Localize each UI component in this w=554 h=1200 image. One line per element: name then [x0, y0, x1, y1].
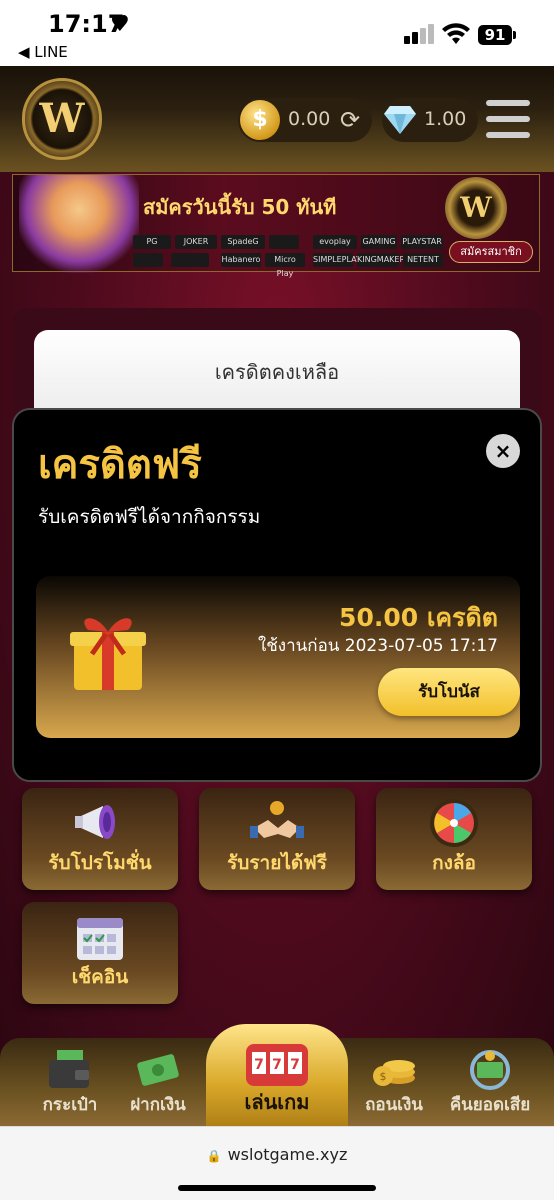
provider-logo: SIMPLEPLAY [313, 253, 361, 267]
bonus-card: 50.00 เครดิต ใช้งานก่อน 2023-07-05 17:17… [36, 576, 520, 738]
provider-logo: SpadeG [221, 235, 265, 249]
provider-logo: NETENT [403, 253, 443, 267]
diamond-icon [384, 106, 416, 134]
calendar-icon [77, 918, 123, 960]
claim-bonus-button[interactable]: รับโบนัส [378, 668, 520, 716]
bonus-expiry: ใช้งานก่อน 2023-07-05 17:17 [257, 636, 498, 656]
nav-deposit[interactable]: ฝากเงิน [108, 1038, 208, 1126]
credit-balance-label: เครดิตคงเหลือ [214, 360, 340, 384]
bottom-nav: กระเป๋า ฝากเงิน 7 7 7 เล่นเกม $ ถอนเงิน … [0, 1024, 554, 1126]
provider-logo: evoplay [313, 235, 357, 249]
lock-icon: 🔒 [206, 1149, 222, 1163]
provider-logo: GAMING [361, 235, 397, 249]
modal-title: เครดิตฟรี [38, 442, 202, 488]
banner-signup-button[interactable]: สมัครสมาชิก [449, 241, 533, 263]
url-bar[interactable]: 🔒 wslotgame.xyz [0, 1145, 554, 1164]
coin-icon: $ [240, 100, 280, 140]
refund-icon [470, 1050, 510, 1090]
banner-title: สมัครวันนี้รับ 50 ทันที [143, 195, 337, 219]
promo-banner[interactable]: สมัครวันนี้รับ 50 ทันที W สมัครสมาชิก PG… [12, 174, 540, 278]
nav-withdraw[interactable]: $ ถอนเงิน [344, 1038, 444, 1126]
battery-tip [513, 31, 516, 39]
nav-label: เล่นเกม [244, 1090, 310, 1114]
coin-balance-pill: $ 0.00 ⟳ [238, 98, 372, 142]
brand-logo[interactable]: W [22, 78, 102, 160]
provider-logo [269, 235, 299, 249]
coin-balance: 0.00 [288, 108, 331, 130]
svg-text:7: 7 [254, 1057, 264, 1073]
nav-label: ฝากเงิน [130, 1095, 186, 1115]
mascot-image [19, 175, 139, 273]
svg-text:$: $ [380, 1070, 387, 1083]
wallet-icon [49, 1050, 89, 1088]
tile-wheel[interactable]: กงล้อ [376, 788, 532, 890]
signal-icon [404, 24, 436, 44]
nav-wallet[interactable]: กระเป๋า [20, 1038, 120, 1126]
hamburger-menu-icon[interactable] [486, 100, 530, 140]
svg-text:7: 7 [272, 1057, 282, 1073]
home-indicator [178, 1185, 376, 1191]
wheel-icon [430, 799, 478, 847]
logo-letter: W [39, 95, 85, 142]
battery-icon: 91 [478, 25, 512, 45]
tile-label: เช็คอิน [71, 966, 129, 988]
provider-logo: KINGMAKER [357, 253, 405, 267]
tile-free-income[interactable]: รับรายได้ฟรี [199, 788, 355, 890]
close-icon[interactable]: × [486, 434, 520, 468]
provider-logo: PG [133, 235, 171, 249]
tile-label: กงล้อ [432, 852, 476, 874]
gem-balance-pill: 1.00 [382, 98, 478, 142]
tile-label: รับรายได้ฟรี [227, 852, 327, 874]
back-to-line-link[interactable]: ◀ LINE [18, 43, 68, 61]
gift-icon [70, 618, 146, 690]
refresh-icon[interactable]: ⟳ [340, 106, 360, 134]
nav-label: กระเป๋า [42, 1095, 98, 1115]
provider-logo [133, 253, 163, 267]
nav-label: ถอนเงิน [365, 1095, 423, 1115]
nav-cashback[interactable]: คืนยอดเสีย [440, 1038, 540, 1126]
tile-checkin[interactable]: เช็คอิน [22, 902, 178, 1004]
provider-logo [171, 253, 209, 267]
nav-label: คืนยอดเสีย [449, 1095, 531, 1115]
gem-balance: 1.00 [424, 108, 467, 130]
cash-icon [137, 1054, 179, 1086]
provider-logo: PLAYSTAR [401, 235, 443, 249]
banner-logo: W [445, 177, 507, 239]
url-text: wslotgame.xyz [227, 1145, 348, 1164]
heart-icon: ♥ [110, 12, 130, 37]
provider-logo: JOKER [175, 235, 217, 249]
handshake-icon [250, 801, 304, 838]
svg-text:7: 7 [290, 1057, 300, 1073]
coins-icon: $ [373, 1060, 415, 1086]
status-bar: 17:17 ♥ ◀ LINE 91 [0, 0, 554, 66]
slot-machine-icon: 7 7 7 [246, 1044, 308, 1086]
app-header: W $ 0.00 ⟳ 1.00 [0, 66, 554, 172]
provider-logo: Habanero [221, 253, 261, 267]
nav-play-game[interactable]: 7 7 7 เล่นเกม [206, 1024, 348, 1126]
browser-bar: 🔒 wslotgame.xyz [0, 1126, 554, 1200]
provider-logo: Micro Play [265, 253, 305, 278]
megaphone-icon [75, 805, 115, 839]
tile-promotion[interactable]: รับโปรโมชั่น [22, 788, 178, 890]
wifi-icon [442, 23, 470, 44]
modal-subtitle: รับเครดิตฟรีได้จากกิจกรรม [38, 506, 261, 528]
tile-label: รับโปรโมชั่น [48, 852, 152, 874]
